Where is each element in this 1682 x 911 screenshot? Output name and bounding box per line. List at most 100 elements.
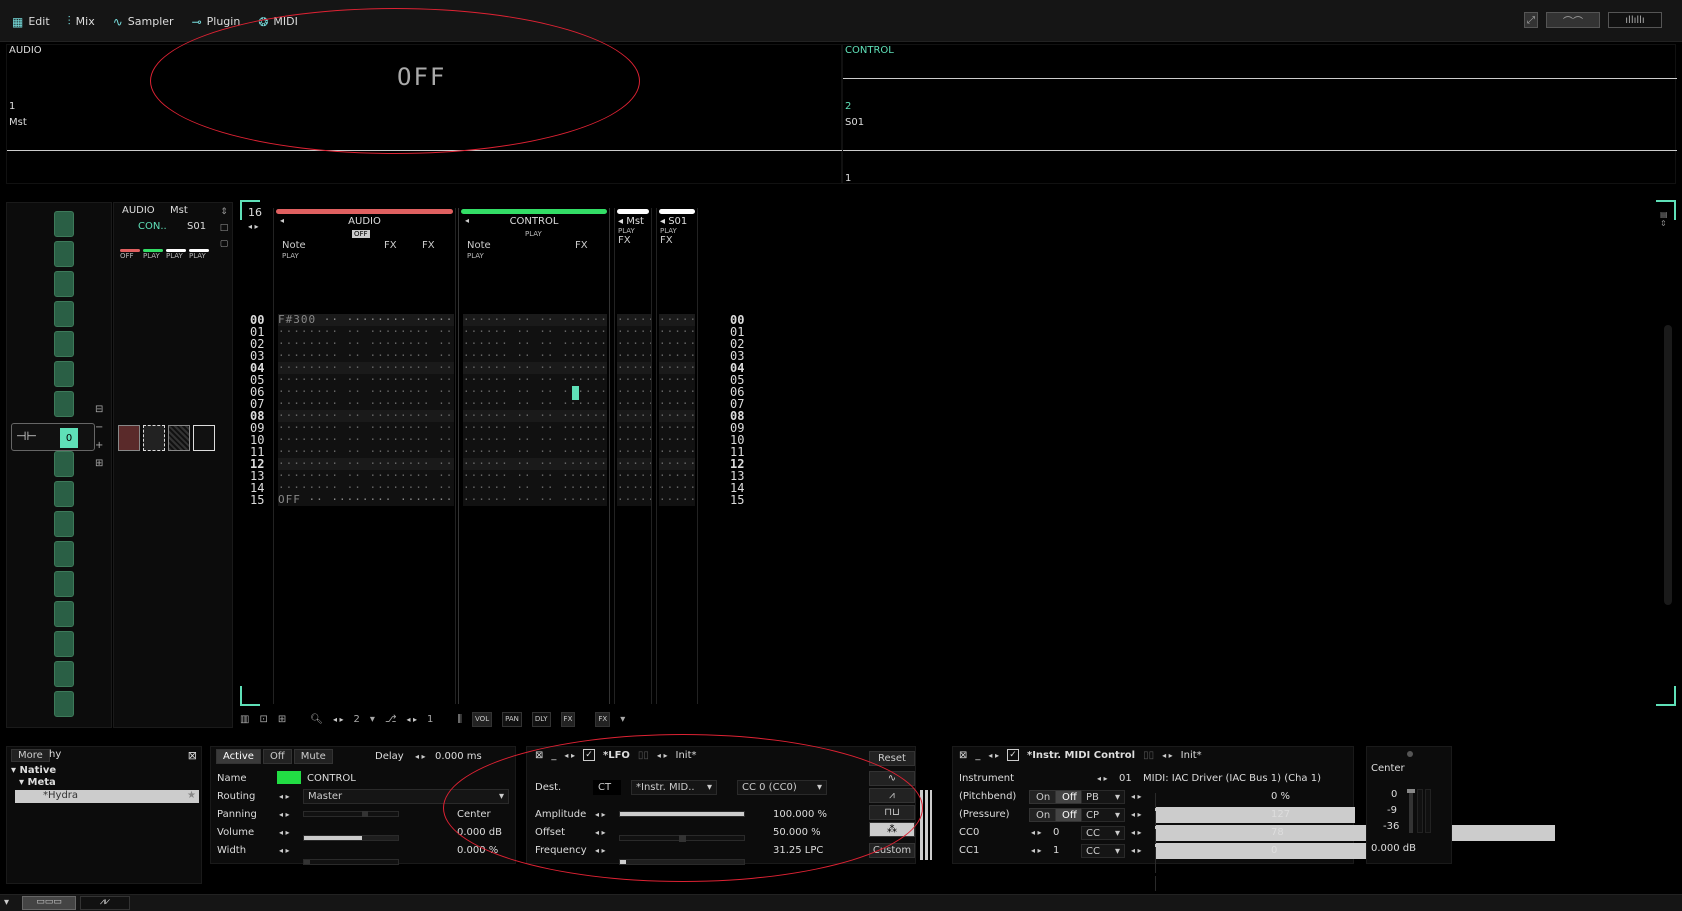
track-audio-grid[interactable]: F#300 ·· ········ ····· ········ ·· · ·· ··… (278, 314, 454, 506)
keyboard-icon[interactable]: ⊞ (278, 714, 286, 725)
sequence-slot-button[interactable] (54, 601, 74, 627)
slot-audio[interactable] (118, 425, 140, 451)
loop-icon[interactable]: ⇕ (218, 204, 230, 220)
master-fader[interactable] (1407, 789, 1415, 833)
width-slider[interactable] (303, 859, 399, 865)
square-icon[interactable]: □ (218, 220, 230, 236)
sequence-slot-button[interactable] (54, 691, 74, 717)
sequence-slot-button[interactable] (54, 241, 74, 267)
midi-off-button[interactable]: Off (1055, 790, 1084, 804)
track-color-swatch[interactable] (277, 771, 301, 784)
search-icon[interactable]: 🔍︎ (310, 714, 323, 725)
off-button[interactable]: Off (262, 749, 292, 764)
tracks-view-button[interactable]: ▭▭▭ (22, 896, 76, 910)
track-mst-grid[interactable]: ···· ···· ···· ···· ···· ···· ···· ···· ···· ····… (617, 314, 651, 506)
copy-icon[interactable]: ⊞ (95, 455, 103, 473)
midi-preset-icon[interactable]: ▯▯ (1143, 750, 1154, 761)
dly-toggle[interactable]: DLY (531, 711, 551, 727)
instrument-number[interactable]: 01 (1119, 773, 1132, 784)
track-control-header[interactable]: ◂ CONTROL (459, 216, 609, 230)
sequence-selector[interactable]: ⊣⊢ 0 (11, 423, 95, 451)
midi-on-button[interactable]: On (1029, 808, 1058, 822)
expand-arrow-icon[interactable]: ▸ (1341, 843, 1346, 853)
layout-icon[interactable]: ▥ (240, 714, 249, 725)
fx-toggle[interactable]: FX (560, 711, 576, 727)
midi-type-dropdown[interactable]: CC ▾ (1081, 844, 1125, 858)
clear-search-icon[interactable]: ⊠ (188, 749, 197, 762)
sequence-slot-button[interactable] (54, 661, 74, 687)
menu-edit[interactable]: ▦ Edit (6, 12, 56, 31)
step-value[interactable]: 2 (354, 714, 360, 725)
midi-close-icon[interactable]: ⊠ (959, 750, 967, 761)
track-s01-grid[interactable]: ···· ···· ···· ···· ···· ···· ···· ···· ···· ····… (659, 314, 695, 506)
fx-select[interactable]: FX (595, 711, 611, 727)
slot-s01[interactable] (193, 425, 215, 451)
midi-on-button[interactable]: On (1029, 790, 1058, 804)
matrix-state-control[interactable]: PLAY (143, 249, 163, 260)
sequence-slot-button[interactable] (54, 211, 74, 237)
sequence-slot-button[interactable] (54, 571, 74, 597)
panning-slider[interactable] (303, 811, 399, 817)
midi-minimize-icon[interactable]: _ (975, 750, 980, 761)
sequence-slot-button[interactable] (54, 541, 74, 567)
browser-search-input[interactable]: hy (49, 749, 61, 760)
step-dropdown-icon[interactable]: ▾ (370, 714, 375, 725)
slot-control[interactable] (143, 425, 165, 451)
midi-off-button[interactable]: Off (1055, 808, 1084, 822)
pattern-length[interactable]: 16 (248, 206, 262, 219)
editor-side-tools[interactable]: ▤ ⇕ (1660, 210, 1670, 240)
menu-mix[interactable]: ⫶ Mix (62, 12, 101, 31)
track-s01-header[interactable]: ◂ S01 (657, 216, 697, 227)
tree-item-hydra[interactable]: *Hydra ★ (15, 790, 199, 803)
matrix-state-s01[interactable]: PLAY (189, 249, 209, 260)
sequence-slot-button[interactable] (54, 391, 74, 417)
midi-preset[interactable]: Init* (1181, 750, 1202, 761)
midi-type-dropdown[interactable]: CC ▾ (1081, 826, 1125, 840)
slot-mst[interactable] (168, 425, 190, 451)
sequence-slot-button[interactable] (54, 631, 74, 657)
tree-native[interactable]: ▾ Native (11, 765, 56, 776)
midi-cc-number[interactable]: 1 (1053, 845, 1059, 856)
track-mst-header[interactable]: ◂ Mst (615, 216, 651, 227)
sequence-slot-button[interactable] (54, 451, 74, 477)
delay-value[interactable]: 0.000 ms (435, 751, 482, 762)
track-audio-state[interactable]: OFF (352, 230, 370, 238)
favorite-star-icon[interactable]: ★ (187, 790, 199, 801)
more-button[interactable]: More (11, 749, 50, 762)
track-audio-header[interactable]: ◂ AUDIO (274, 216, 455, 230)
square-icon-2[interactable]: ▢ (218, 236, 230, 252)
midi-type-dropdown[interactable]: CP ▾ (1081, 808, 1125, 822)
clone-icon[interactable]: ⊟ (95, 401, 103, 419)
active-button[interactable]: Active (216, 749, 261, 764)
sequence-slot-button[interactable] (54, 301, 74, 327)
sequence-slot-button[interactable] (54, 511, 74, 537)
track-control-state[interactable]: PLAY (525, 230, 542, 238)
track-control-grid[interactable]: ······ ·· ·· ······ ······ ·· ·· ·· ·· ·· ·… (463, 314, 607, 506)
sequence-slot-button[interactable] (54, 331, 74, 357)
follow-icon[interactable]: ⊡ (259, 714, 267, 725)
mute-button[interactable]: Mute (293, 749, 333, 764)
expand-icon[interactable]: ⤢ (1524, 12, 1538, 28)
menu-sampler[interactable]: ∿ Sampler (107, 12, 180, 31)
fx-dropdown-icon[interactable]: ▾ (620, 714, 625, 725)
pattern-scrollbar[interactable] (1664, 325, 1672, 605)
pattern-length-arrows[interactable]: ◂ ▸ (248, 222, 259, 231)
pan-knob[interactable] (1407, 751, 1413, 757)
spectrum-button[interactable]: ıllıllı (1608, 12, 1662, 28)
minus-icon[interactable]: − (95, 419, 103, 437)
matrix-state-mst[interactable]: PLAY (166, 249, 186, 260)
sequence-slot-button[interactable] (54, 481, 74, 507)
sequence-slot-button[interactable] (54, 361, 74, 387)
collapse-icon[interactable]: ▾ (4, 897, 9, 908)
sequence-slot-button[interactable] (54, 271, 74, 297)
tree-meta[interactable]: ▾ Meta (19, 777, 56, 788)
plus-icon[interactable]: + (95, 437, 103, 455)
midi-cc-number[interactable]: 0 (1053, 827, 1059, 838)
track-name-field[interactable]: CONTROL (307, 773, 356, 784)
matrix-state-audio[interactable]: OFF (120, 249, 140, 260)
sequence-stepper-value[interactable]: 0 (60, 428, 78, 448)
octave-value[interactable]: 1 (427, 714, 433, 725)
midi-enable-checkbox[interactable]: ✓ (1006, 749, 1019, 761)
volume-slider[interactable] (303, 835, 399, 841)
automation-view-button[interactable]: ⩘⩗ (80, 896, 130, 910)
